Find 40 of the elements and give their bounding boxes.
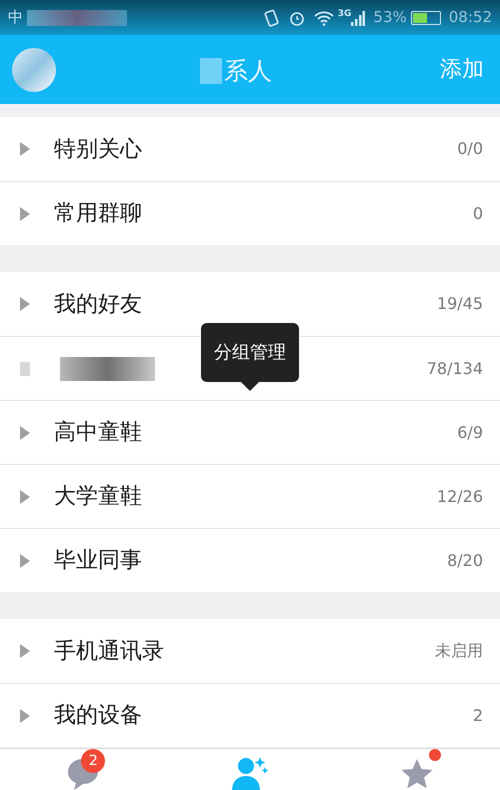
tab-button[interactable]: 2 — [55, 749, 112, 790]
expand-arrow-icon — [20, 206, 30, 220]
expand-arrow-icon — [20, 142, 30, 156]
expand-arrow-icon — [20, 554, 30, 568]
blurred-title — [200, 58, 222, 84]
tooltip-text: 分组管理 — [214, 341, 286, 365]
expand-arrow-icon — [20, 426, 30, 440]
group-count: 19/45 — [436, 293, 483, 315]
carrier-name: 中 — [8, 7, 23, 28]
unread-badge: 2 — [81, 749, 106, 773]
battery-percent: 53% — [373, 7, 407, 28]
group-count: 未启用 — [435, 640, 483, 662]
battery-icon — [410, 10, 441, 24]
network-type: 3G — [338, 10, 352, 18]
group-count: 6/9 — [457, 422, 483, 444]
expand-arrow-icon — [20, 644, 30, 658]
group-name: 常用群聊 — [54, 200, 142, 228]
group-count: 12/26 — [436, 486, 483, 508]
group-count: 8/20 — [447, 550, 483, 572]
group-count: 2 — [472, 704, 483, 726]
vibrate-icon — [264, 8, 280, 26]
group-name: 高中童鞋 — [54, 419, 142, 447]
group-name: 特别关心 — [54, 136, 142, 164]
expand-arrow-icon — [20, 708, 30, 722]
signal-icon — [351, 10, 366, 26]
group-name: 手机通讯录 — [54, 638, 164, 666]
group-name: 毕业同事 — [54, 547, 142, 575]
group-count: 0/0 — [457, 138, 483, 160]
avatar[interactable] — [12, 48, 56, 92]
group-name: 大学童鞋 — [54, 483, 142, 511]
group-count: 0 — [472, 202, 483, 224]
wifi-icon — [314, 10, 334, 26]
person-icon — [230, 756, 270, 790]
group-name: 我的设备 — [54, 702, 142, 730]
expand-arrow-icon — [20, 490, 30, 504]
group-count: 78/134 — [426, 358, 483, 380]
expand-arrow-icon — [20, 297, 30, 311]
screen-title: 系人 — [224, 56, 272, 87]
group-name: 我的好友 — [54, 290, 142, 318]
clock-time: 08:52 — [448, 7, 492, 28]
